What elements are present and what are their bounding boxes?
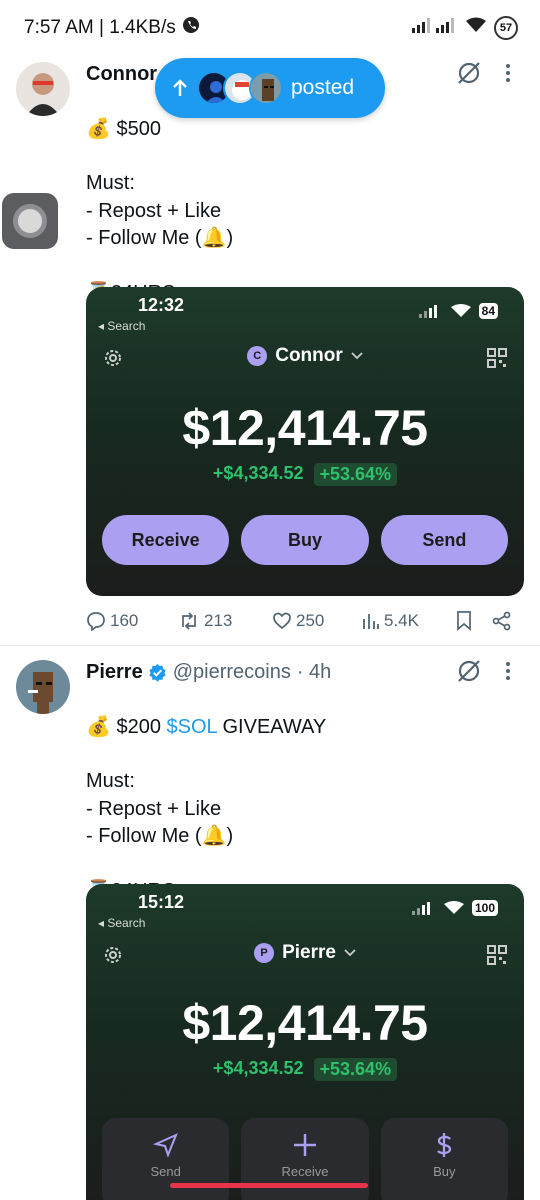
share-icon[interactable]: [492, 611, 512, 631]
like-button[interactable]: 250: [272, 611, 324, 631]
wifi-icon: [466, 17, 486, 39]
arrow-up-icon: [173, 79, 187, 96]
chevron-down-icon: [344, 949, 356, 957]
balance-change: +$4,334.52 +53.64%: [86, 463, 524, 486]
repost-count: 213: [204, 611, 233, 630]
reply-button[interactable]: 160: [86, 611, 138, 631]
signal-icon: [412, 17, 458, 39]
more-icon[interactable]: [498, 658, 518, 684]
tweet-actions: 160 213 250 5.4K: [86, 606, 526, 636]
send-icon: [152, 1133, 178, 1158]
phone-icon: [182, 16, 200, 40]
author-name[interactable]: Pierre: [86, 661, 143, 684]
media-battery: 84: [478, 303, 498, 319]
status-time: 7:57 AM | 1.4KB/s: [24, 17, 176, 38]
chevron-down-icon: [351, 352, 363, 360]
dollar-icon: [437, 1133, 452, 1157]
avatar: [249, 71, 283, 105]
media-status: 100: [411, 900, 498, 916]
media-back-label: ◂ Search: [98, 319, 146, 333]
tweet-media[interactable]: 12:32 ◂ Search 84 C Connor $12,414.75 +$…: [86, 287, 524, 596]
qr-icon: [486, 347, 508, 369]
like-icon: [273, 612, 291, 630]
media-time: 15:12: [138, 892, 185, 912]
buy-tile-label: Buy: [433, 1164, 456, 1179]
tweet-media[interactable]: 15:12 ◂ Search 100 P Pierre $12,414.75 +…: [86, 884, 524, 1200]
repost-button[interactable]: 213: [178, 611, 232, 631]
media-account: P Pierre: [86, 942, 524, 964]
media-time: 12:32: [138, 295, 185, 315]
account-badge: C: [247, 346, 268, 366]
qr-icon: [486, 944, 508, 966]
more-icon[interactable]: [498, 60, 518, 86]
home-indicator[interactable]: [170, 1183, 368, 1188]
change-percent: +53.64%: [313, 463, 398, 486]
change-percent: +53.64%: [313, 1058, 398, 1081]
buy-tile: Buy: [380, 1118, 508, 1200]
plus-icon: [293, 1134, 316, 1156]
tweet-giveaway: GIVEAWAY: [216, 715, 327, 738]
views-button[interactable]: 5.4K: [362, 611, 419, 631]
views-count: 5.4K: [384, 611, 419, 630]
avatar[interactable]: [16, 62, 70, 116]
new-posts-pill[interactable]: posted: [155, 58, 385, 118]
receive-tile-label: Receive: [281, 1164, 329, 1179]
media-back-label: ◂ Search: [98, 916, 146, 930]
cashtag-link[interactable]: $SOL: [167, 716, 217, 738]
grok-icon[interactable]: [456, 60, 482, 86]
bookmark-icon[interactable]: [456, 611, 472, 631]
like-count: 250: [296, 611, 325, 630]
reply-icon: [87, 612, 105, 631]
tweet-amount: $500: [116, 117, 161, 140]
media-battery: 100: [471, 900, 498, 916]
tweet-amount: $200: [116, 715, 167, 738]
receive-button: Receive: [102, 515, 230, 565]
tweet-2[interactable]: Pierre @pierrecoins · 4h 💰 $200 $SOL GIV…: [0, 646, 540, 1200]
views-icon: [363, 614, 379, 629]
change-amount: +$4,334.52: [212, 1058, 304, 1078]
reply-count: 160: [110, 611, 139, 630]
battery-icon: 57: [494, 16, 518, 40]
account-name: Connor: [275, 345, 343, 366]
media-account: C Connor: [86, 345, 524, 367]
grok-icon[interactable]: [456, 658, 482, 684]
media-status: 84: [418, 303, 498, 319]
posted-label: posted: [291, 76, 355, 99]
avatar[interactable]: [16, 660, 70, 714]
send-tile-label: Send: [150, 1164, 181, 1179]
verified-icon: [149, 663, 166, 682]
account-name: Pierre: [282, 942, 336, 963]
tweet-text: 💰 $200 $SOL GIVEAWAY: [86, 715, 327, 738]
balance-change: +$4,334.52 +53.64%: [86, 1058, 524, 1081]
pill-avatars: [197, 71, 283, 105]
balance: $12,414.75: [182, 400, 428, 456]
send-button: Send: [380, 515, 508, 565]
balance: $12,414.75: [182, 995, 428, 1051]
author-name[interactable]: Connor: [86, 63, 157, 86]
repost-icon: [182, 612, 196, 630]
buy-button: Buy: [241, 515, 369, 565]
tweet-1[interactable]: Connor 💰 $500 Must: - Repost + Like - Fo…: [0, 48, 540, 644]
assistive-touch-button[interactable]: [2, 193, 58, 249]
account-badge: P: [254, 943, 275, 963]
author-handle[interactable]: @pierrecoins: [173, 661, 291, 684]
change-amount: +$4,334.52: [212, 463, 304, 483]
tweet-age: · 4h: [296, 660, 332, 683]
